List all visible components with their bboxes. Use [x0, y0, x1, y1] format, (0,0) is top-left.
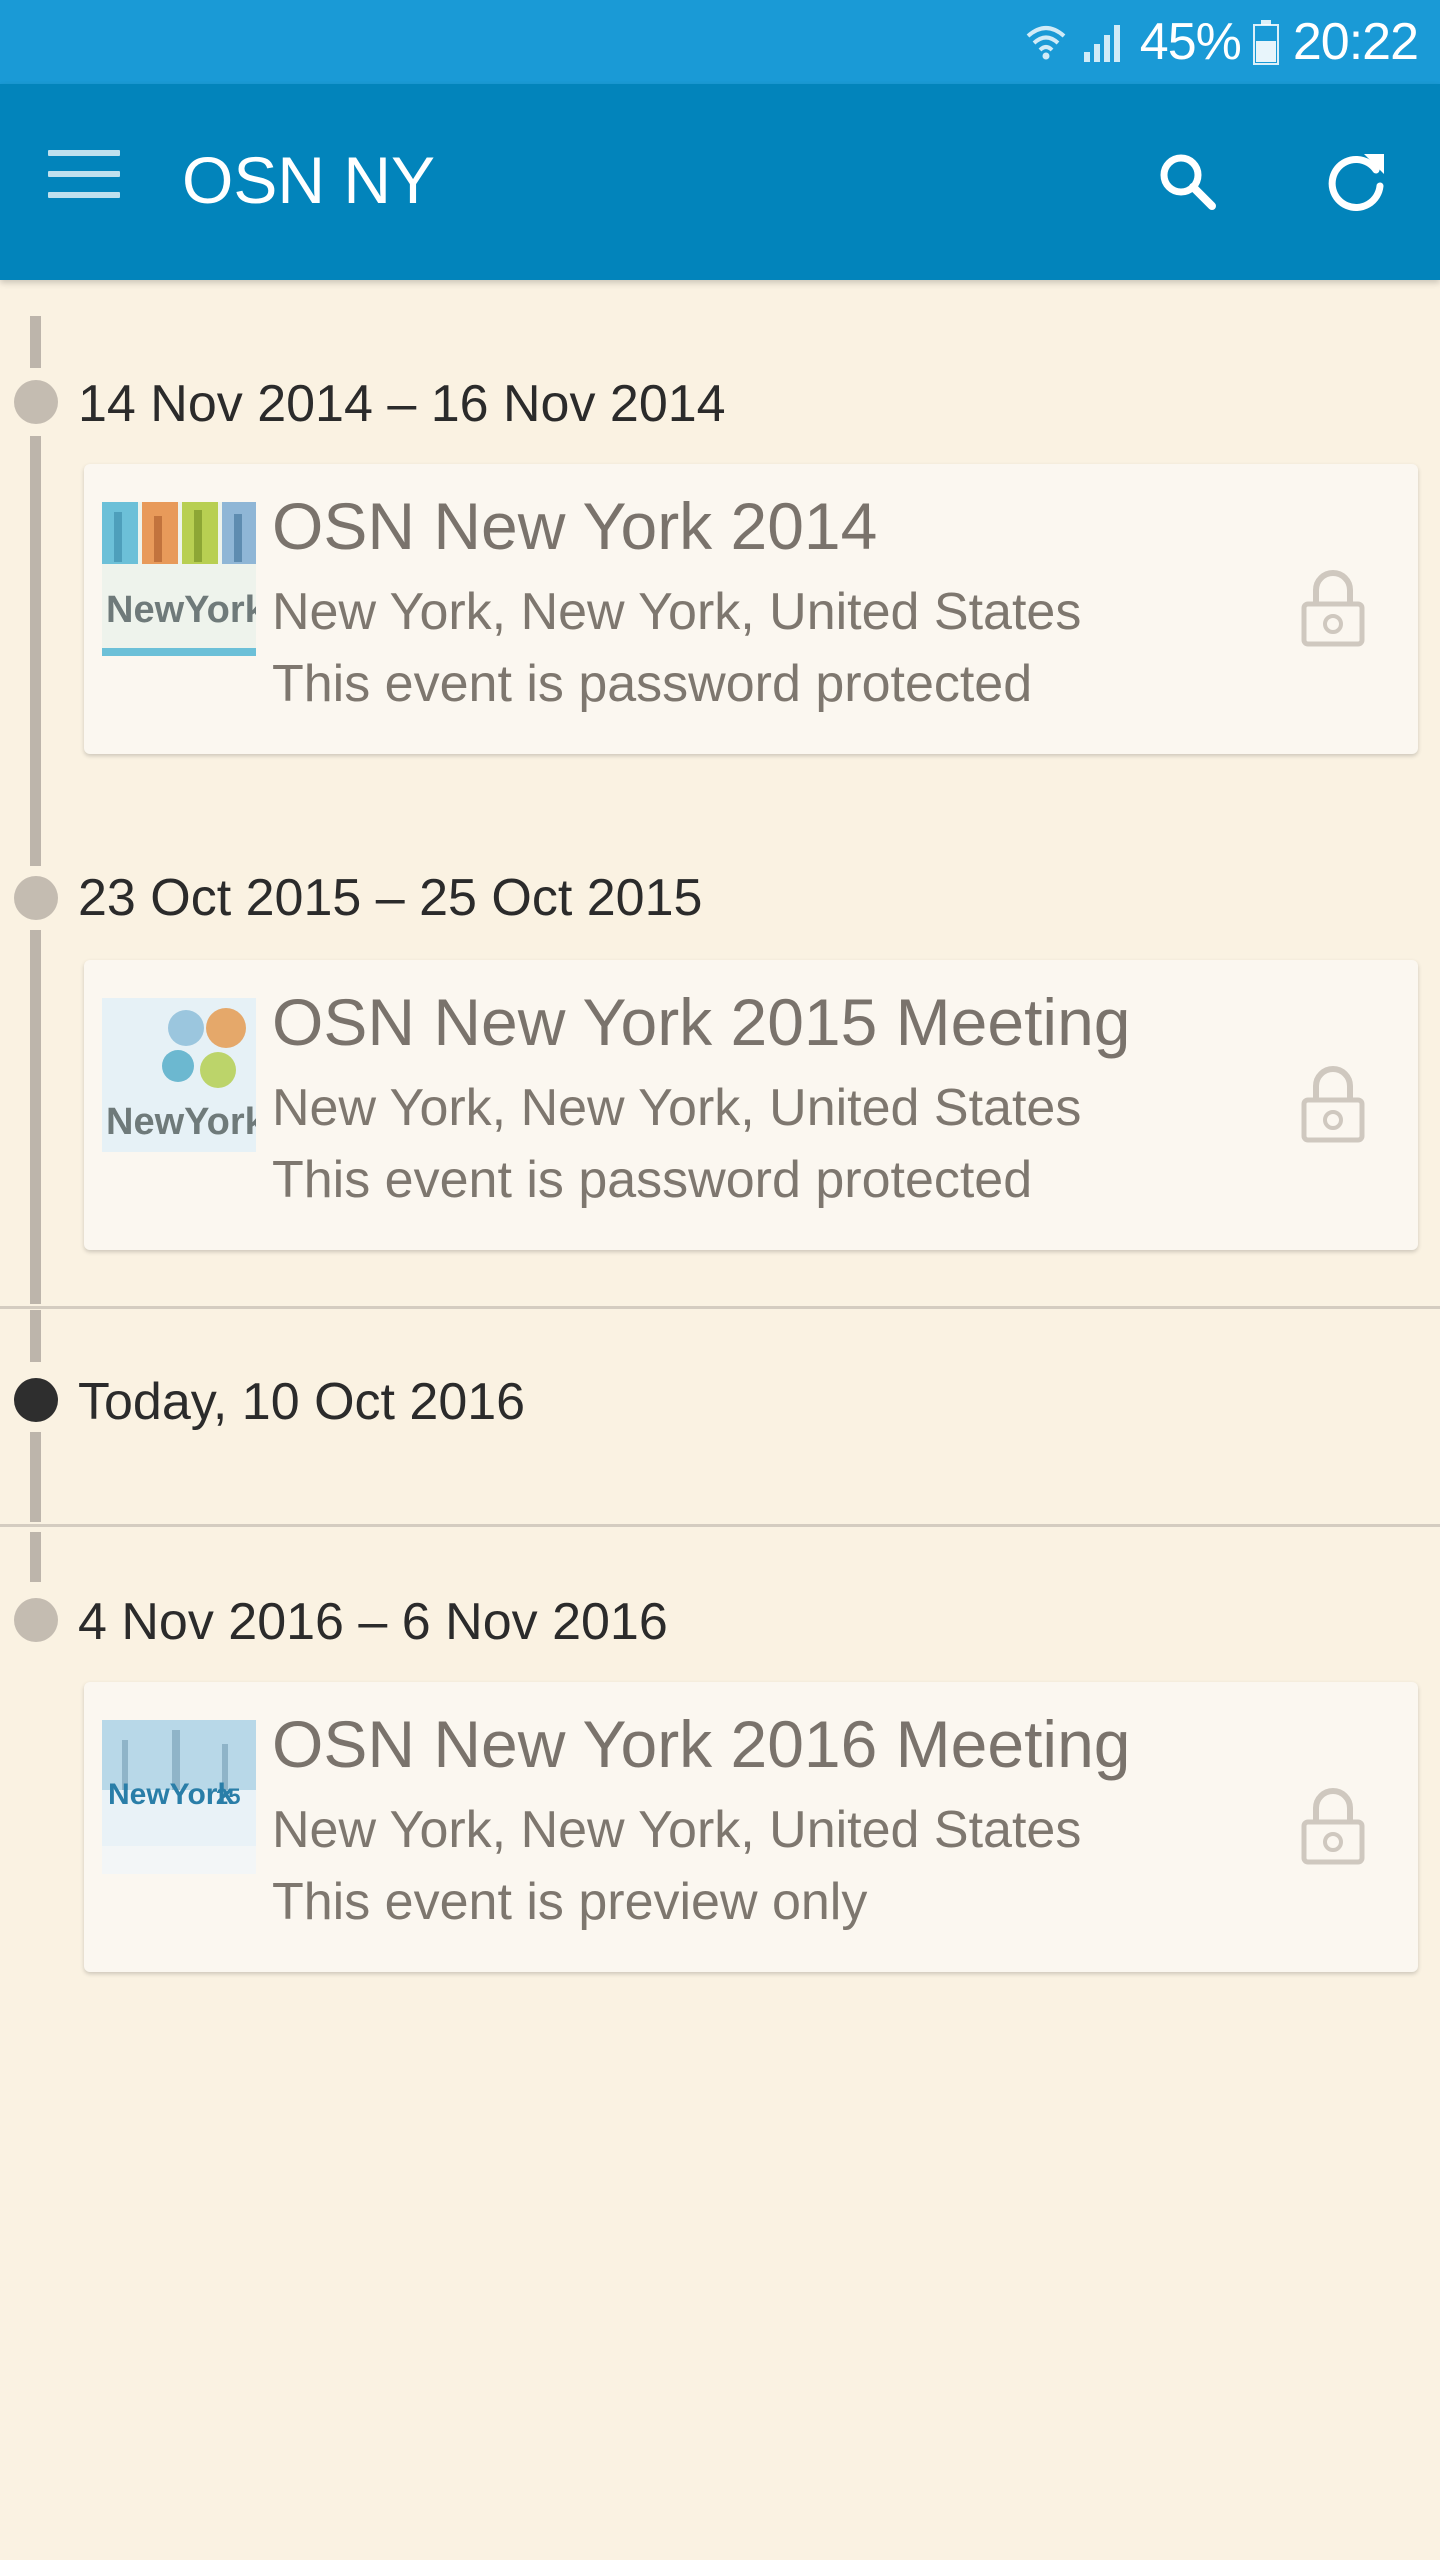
event-title: OSN New York 2016 Meeting	[272, 1707, 1131, 1781]
event-status: This event is password protected	[272, 655, 1033, 713]
event-card[interactable]: NewYork OSN New York 2015 Meeting New Yo…	[84, 960, 1418, 1250]
timeline-line	[30, 316, 41, 368]
timeline-line	[30, 930, 41, 1304]
timeline-dot	[14, 876, 58, 920]
date-range-label: 4 Nov 2016 – 6 Nov 2016	[78, 1593, 668, 1651]
timeline-line	[30, 436, 41, 866]
wifi-icon	[1024, 20, 1068, 64]
event-location: New York, New York, United States	[272, 1801, 1082, 1859]
today-label: Today, 10 Oct 2016	[78, 1373, 526, 1431]
event-location: New York, New York, United States	[272, 583, 1082, 641]
logo-text: NewYork	[106, 1101, 256, 1143]
battery-percentage: 45%	[1139, 13, 1242, 71]
logo-badge: 25	[216, 1784, 240, 1809]
timeline-line	[30, 1432, 41, 1522]
date-range-label: 14 Nov 2014 – 16 Nov 2014	[78, 375, 726, 433]
date-range-label: 23 Oct 2015 – 25 Oct 2015	[78, 869, 703, 927]
event-thumbnail: NewYork	[102, 502, 256, 656]
event-title: OSN New York 2014	[272, 489, 878, 563]
event-card[interactable]: NewYork 25 OSN New York 2016 Meeting New…	[84, 1682, 1418, 1972]
event-status: This event is password protected	[272, 1151, 1033, 1209]
search-icon	[1160, 154, 1216, 210]
lock-icon	[1301, 570, 1365, 647]
today-dot	[14, 1378, 58, 1422]
event-thumbnail: NewYork 25	[102, 1720, 256, 1874]
refresh-icon	[1328, 154, 1384, 211]
menu-icon	[48, 150, 120, 198]
battery-icon	[1252, 19, 1279, 65]
timeline-dot	[14, 380, 58, 424]
app-bar: OSN NY	[0, 84, 1440, 280]
lock-icon	[1301, 1788, 1365, 1865]
event-thumbnail: NewYork	[102, 998, 256, 1152]
signal-icon	[1082, 20, 1126, 64]
search-button[interactable]	[1150, 144, 1226, 220]
event-card[interactable]: NewYork OSN New York 2014 New York, New …	[84, 464, 1418, 754]
lock-icon	[1301, 1066, 1365, 1143]
today-divider-bottom	[0, 1524, 1440, 1527]
timeline-line	[30, 1310, 41, 1362]
refresh-button[interactable]	[1318, 144, 1394, 220]
app-title: OSN NY	[182, 143, 436, 217]
status-bar: 45% 20:22	[0, 0, 1440, 84]
timeline-dot	[14, 1598, 58, 1642]
menu-button[interactable]	[48, 150, 120, 214]
event-location: New York, New York, United States	[272, 1079, 1082, 1137]
event-status: This event is preview only	[272, 1873, 868, 1931]
timeline-line	[30, 1532, 41, 1582]
clock: 20:22	[1292, 13, 1419, 71]
event-title: OSN New York 2015 Meeting	[272, 985, 1131, 1059]
logo-text: NewYork	[106, 589, 256, 631]
today-divider-top	[0, 1306, 1440, 1309]
